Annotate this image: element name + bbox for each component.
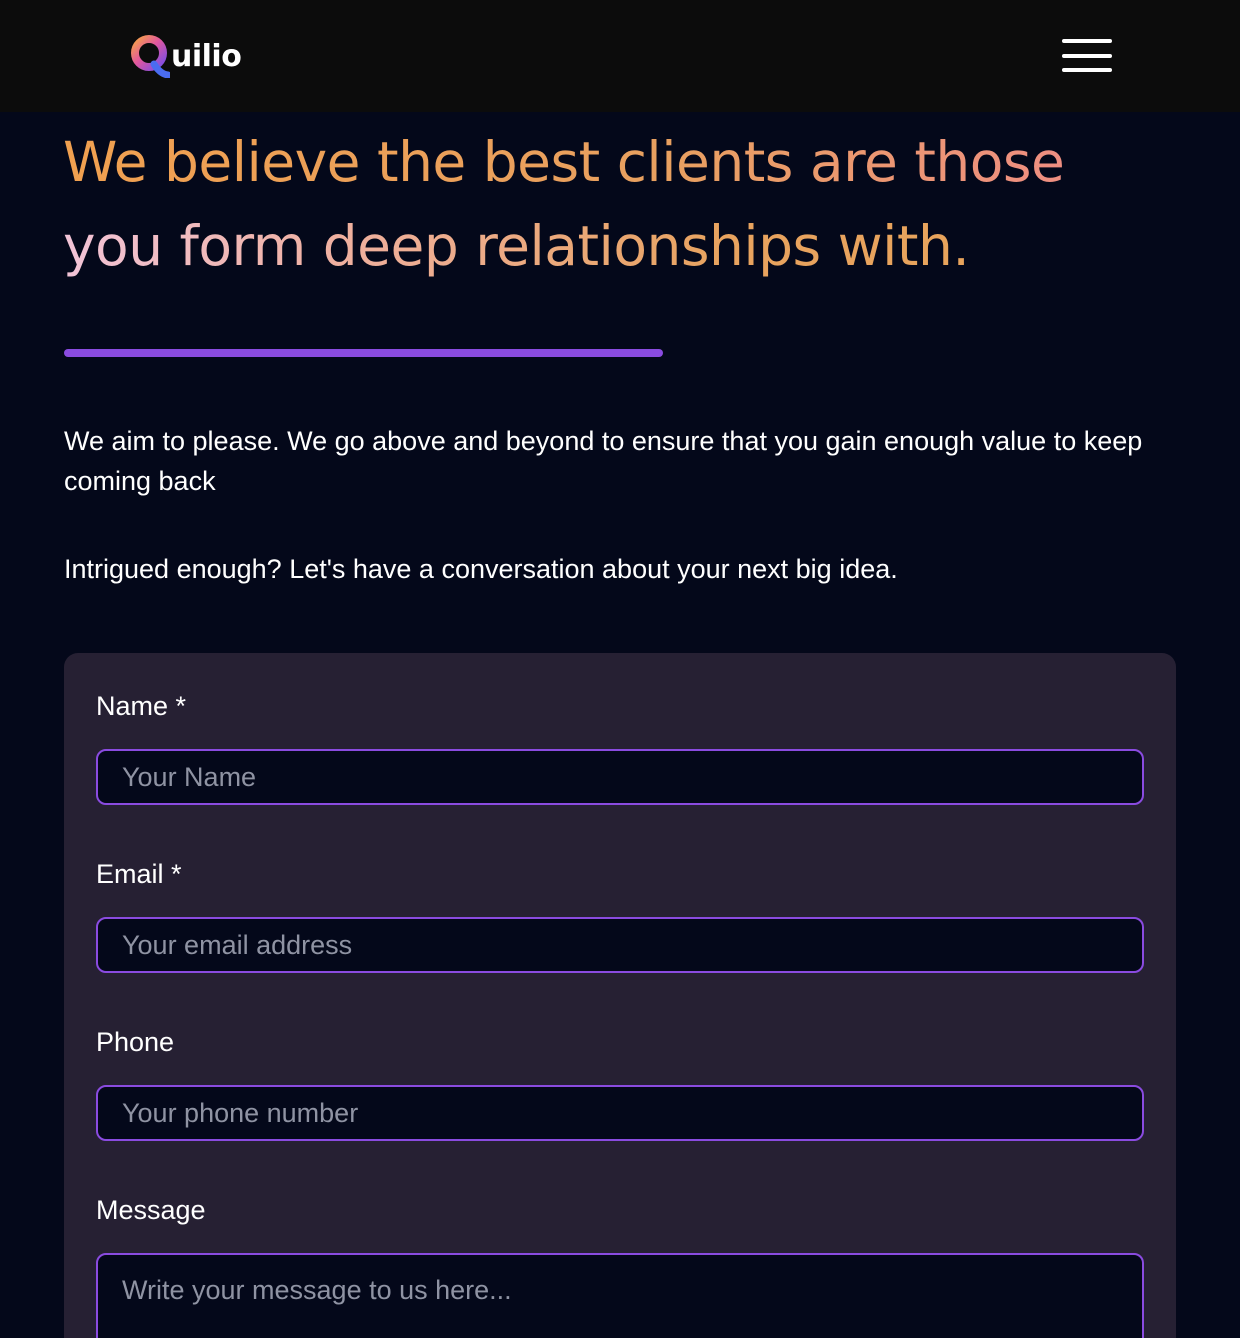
- quilio-logo[interactable]: uilio: [130, 31, 242, 78]
- phone-input[interactable]: [96, 1085, 1144, 1141]
- logo-wordmark: uilio: [171, 38, 242, 74]
- intro-paragraph: We aim to please. We go above and beyond…: [64, 426, 1143, 496]
- email-label: Email *: [96, 859, 182, 889]
- email-input[interactable]: [96, 917, 1144, 973]
- accent-divider: [64, 349, 663, 357]
- logo-q-icon: [130, 34, 170, 78]
- menu-line: [1062, 68, 1112, 72]
- hamburger-menu-icon[interactable]: [1062, 38, 1112, 74]
- contact-page: uilio We believe the best clients are th…: [0, 0, 1240, 1338]
- menu-line: [1062, 39, 1112, 43]
- top-navigation-bar: uilio: [0, 0, 1240, 112]
- headline-line-2: you form deep relationships with.: [63, 204, 1163, 288]
- name-input[interactable]: [96, 749, 1144, 805]
- name-label: Name *: [96, 691, 187, 721]
- menu-line: [1062, 54, 1112, 58]
- hero-headline: We believe the best clients are those yo…: [63, 120, 1163, 288]
- contact-form: Name * Email * Phone Message: [64, 653, 1176, 1338]
- message-label: Message: [96, 1195, 206, 1225]
- message-textarea[interactable]: [96, 1253, 1144, 1338]
- headline-line-1: We believe the best clients are those: [63, 120, 1163, 204]
- phone-label: Phone: [96, 1027, 175, 1057]
- cta-paragraph: Intrigued enough? Let's have a conversat…: [64, 554, 898, 584]
